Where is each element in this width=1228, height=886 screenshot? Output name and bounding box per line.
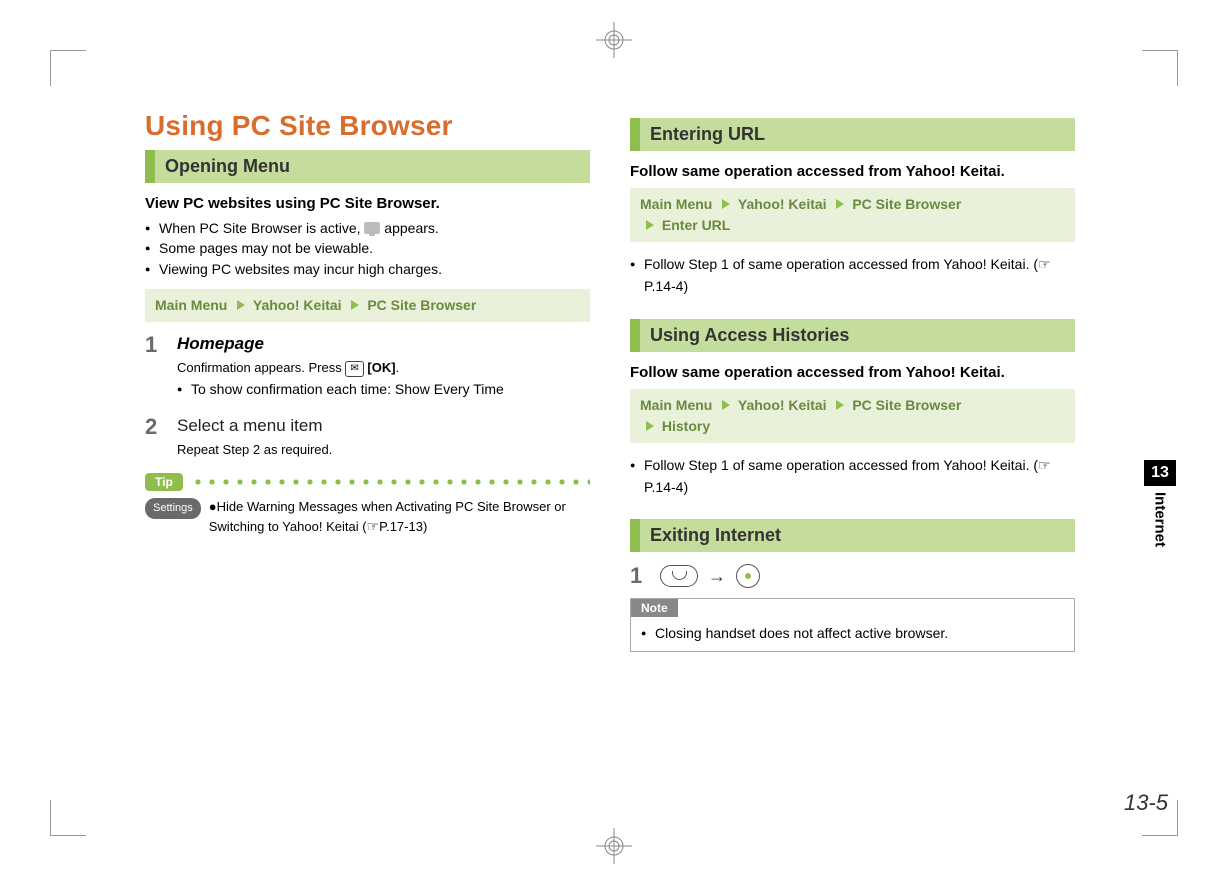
step-sub: Repeat Step 2 as required. — [177, 440, 590, 460]
page-ref: P.14-4 — [644, 479, 683, 495]
list-item: Closing handset does not affect active b… — [641, 623, 1064, 643]
step-number: 1 — [630, 565, 650, 587]
page-ref: P.14-4 — [644, 278, 683, 294]
nav-item: Yahoo! Keitai — [738, 397, 827, 413]
section-heading-access-histories: Using Access Histories — [630, 319, 1075, 352]
bullet-list: When PC Site Browser is active, appears.… — [145, 218, 590, 279]
list-item: Follow Step 1 of same operation accessed… — [630, 254, 1075, 297]
chevron-right-icon — [722, 199, 730, 209]
end-call-key-icon — [660, 565, 698, 587]
settings-text: ●Hide Warning Messages when Activating P… — [209, 497, 590, 538]
text: ) — [423, 519, 427, 534]
crop-mark — [1142, 50, 1178, 86]
pointer-icon: ☞ — [1038, 258, 1051, 273]
page-content: Using PC Site Browser Opening Menu View … — [145, 110, 1085, 790]
note-box: Note Closing handset does not affect act… — [630, 598, 1075, 652]
page-ref: P.17-13 — [379, 519, 423, 534]
note-badge: Note — [631, 599, 678, 617]
crop-mark — [50, 800, 86, 836]
exit-step: 1 → — [630, 564, 1075, 588]
section-heading-exiting-internet: Exiting Internet — [630, 519, 1075, 552]
chevron-right-icon — [722, 400, 730, 410]
chapter-tab: 13 Internet — [1144, 460, 1176, 547]
arrow-right-icon: → — [708, 566, 726, 587]
nav-root: Main Menu — [640, 196, 712, 212]
text: appears. — [384, 220, 438, 236]
page-title: Using PC Site Browser — [145, 110, 590, 142]
pointer-icon: ☞ — [1038, 459, 1051, 474]
chapter-number: 13 — [1144, 460, 1176, 486]
nav-root: Main Menu — [640, 397, 712, 413]
text: Follow Step 1 of same operation accessed… — [644, 256, 1038, 272]
step-number: 2 — [145, 416, 165, 460]
nav-root: Main Menu — [155, 297, 227, 313]
nav-item: Yahoo! Keitai — [253, 297, 342, 313]
text: . — [396, 360, 400, 375]
step-number: 1 — [145, 334, 165, 410]
chevron-right-icon — [646, 421, 654, 431]
settings-row: Settings ●Hide Warning Messages when Act… — [145, 497, 590, 538]
nav-path: Main Menu Yahoo! Keitai PC Site Browser — [145, 289, 590, 322]
settings-badge: Settings — [145, 498, 201, 519]
center-key-icon — [736, 564, 760, 588]
registration-mark-icon — [594, 20, 634, 60]
step-title: Select a menu item — [177, 416, 590, 436]
chevron-right-icon — [237, 300, 245, 310]
crop-mark — [50, 50, 86, 86]
nav-path: Main Menu Yahoo! Keitai PC Site Browser … — [630, 188, 1075, 242]
chevron-right-icon — [646, 220, 654, 230]
mail-key-icon: ✉ — [345, 361, 363, 377]
nav-item: PC Site Browser — [852, 196, 961, 212]
left-column: Using PC Site Browser Opening Menu View … — [145, 110, 590, 790]
ok-label: [OK] — [367, 360, 395, 375]
list-item: Follow Step 1 of same operation accessed… — [630, 455, 1075, 498]
step-title: Homepage — [177, 334, 590, 354]
tip-row: Tip — [145, 473, 590, 491]
text: ) — [683, 479, 688, 495]
chevron-right-icon — [351, 300, 359, 310]
section-heading-opening-menu: Opening Menu — [145, 150, 590, 183]
text: ) — [683, 278, 688, 294]
step-1: 1 Homepage Confirmation appears. Press ✉… — [145, 334, 590, 410]
intro-text: Follow same operation accessed from Yaho… — [630, 364, 1075, 381]
nav-item: PC Site Browser — [852, 397, 961, 413]
nav-item: PC Site Browser — [367, 297, 476, 313]
list-item: To show confirmation each time: Show Eve… — [177, 379, 590, 399]
right-column: Entering URL Follow same operation acces… — [630, 110, 1075, 790]
text: To show confirmation each time: — [191, 381, 395, 397]
text: Follow Step 1 of same operation accessed… — [644, 457, 1038, 473]
nav-item: Yahoo! Keitai — [738, 196, 827, 212]
text: Confirmation appears. Press — [177, 360, 345, 375]
registration-mark-icon — [594, 826, 634, 866]
pc-browser-icon — [364, 222, 380, 234]
nav-item: Enter URL — [662, 217, 730, 233]
list-item: When PC Site Browser is active, appears. — [145, 218, 590, 238]
tip-dotted-line — [191, 479, 590, 485]
list-item: Some pages may not be viewable. — [145, 238, 590, 258]
page-number: 13-5 — [1124, 790, 1168, 816]
intro-text: View PC websites using PC Site Browser. — [145, 195, 590, 212]
nav-item: History — [662, 418, 710, 434]
option-label: Show Every Time — [395, 381, 504, 397]
tip-badge: Tip — [145, 473, 183, 491]
step-sub: Confirmation appears. Press ✉ [OK]. — [177, 358, 590, 378]
intro-text: Follow same operation accessed from Yaho… — [630, 163, 1075, 180]
chevron-right-icon — [836, 199, 844, 209]
nav-path: Main Menu Yahoo! Keitai PC Site Browser … — [630, 389, 1075, 443]
text: When PC Site Browser is active, — [159, 220, 364, 236]
list-item: Viewing PC websites may incur high charg… — [145, 259, 590, 279]
pointer-icon: ☞ — [367, 520, 380, 535]
chevron-right-icon — [836, 400, 844, 410]
step-2: 2 Select a menu item Repeat Step 2 as re… — [145, 416, 590, 460]
chapter-label: Internet — [1152, 492, 1169, 547]
section-heading-entering-url: Entering URL — [630, 118, 1075, 151]
